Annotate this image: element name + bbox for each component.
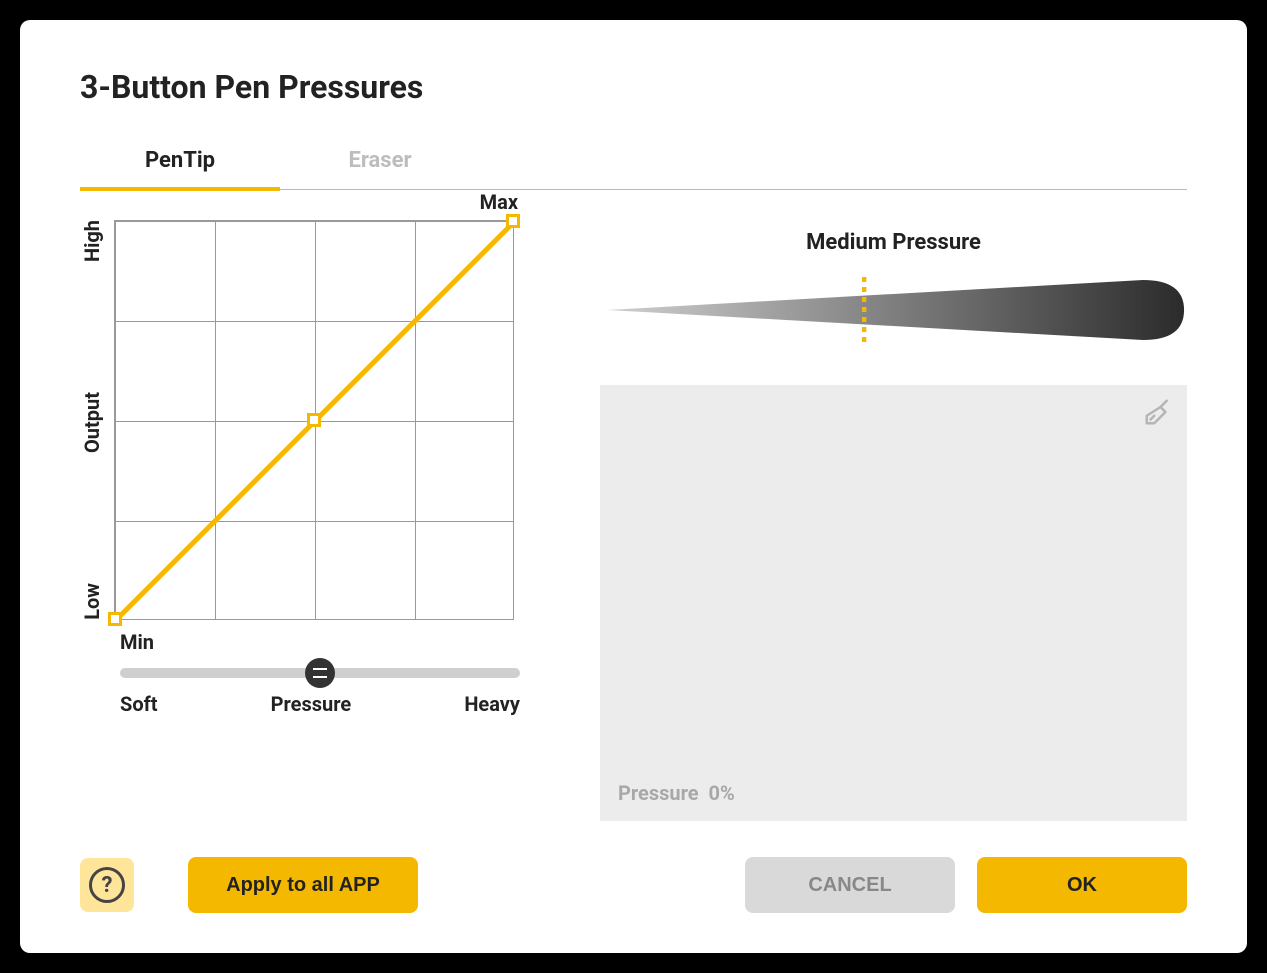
y-axis-label-low: Low — [80, 583, 104, 620]
y-axis-label-high: High — [80, 220, 104, 262]
max-label: Max — [480, 190, 518, 214]
curve-handle-max[interactable] — [506, 214, 520, 228]
pressure-slider-thumb[interactable] — [305, 658, 335, 688]
y-axis-label-output: Output — [80, 392, 104, 453]
tab-bar: PenTip Eraser — [80, 134, 1187, 190]
cancel-button[interactable]: CANCEL — [745, 857, 955, 913]
tab-pentip[interactable]: PenTip — [80, 134, 280, 191]
slider-label-pressure: Pressure — [271, 692, 352, 716]
pen-pressure-dialog: 3-Button Pen Pressures PenTip Eraser Hig… — [20, 20, 1247, 953]
broom-icon[interactable] — [1143, 397, 1173, 431]
ok-button[interactable]: OK — [977, 857, 1187, 913]
min-label: Min — [120, 630, 520, 654]
pressure-status: Pressure 0% — [618, 781, 735, 805]
slider-label-heavy: Heavy — [464, 692, 520, 716]
apply-to-all-button[interactable]: Apply to all APP — [188, 857, 418, 913]
page-title: 3-Button Pen Pressures — [80, 68, 1187, 106]
pressure-curve-grid[interactable] — [114, 220, 514, 620]
pressure-preview-title: Medium Pressure — [600, 230, 1187, 255]
slider-label-soft: Soft — [120, 692, 158, 716]
pressure-preview-wedge — [600, 275, 1187, 345]
curve-handle-min[interactable] — [108, 612, 122, 626]
pressure-status-value: 0% — [708, 781, 734, 805]
help-button[interactable]: ? — [80, 858, 134, 912]
question-icon: ? — [89, 867, 125, 903]
pressure-slider[interactable] — [120, 668, 520, 678]
tab-eraser[interactable]: Eraser — [280, 134, 480, 191]
pressure-status-label: Pressure — [618, 781, 699, 805]
pressure-test-area[interactable]: Pressure 0% — [600, 385, 1187, 821]
curve-handle-mid[interactable] — [307, 413, 321, 427]
